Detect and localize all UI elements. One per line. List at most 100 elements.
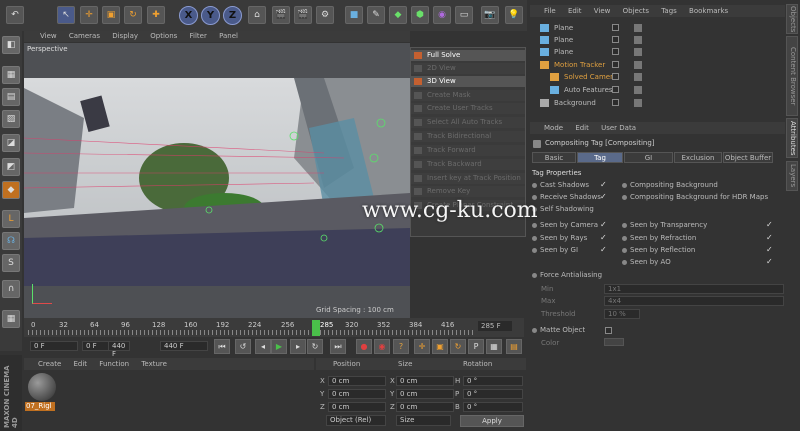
rotation-field[interactable]: 0 ° bbox=[463, 389, 523, 399]
animation-dot-icon[interactable] bbox=[532, 235, 537, 241]
property-option[interactable]: Seen by Transparency bbox=[622, 220, 707, 230]
threshold-field[interactable]: 10 % bbox=[604, 309, 640, 319]
menu-options[interactable]: Options bbox=[150, 32, 177, 40]
rotation-key-icon[interactable]: ↻ bbox=[450, 339, 466, 354]
playhead[interactable] bbox=[312, 320, 320, 336]
menu-display[interactable]: Display bbox=[112, 32, 138, 40]
points-mode-icon[interactable]: ▨ bbox=[2, 110, 20, 128]
context-menu-item[interactable]: 3D View bbox=[411, 76, 525, 87]
menu-view[interactable]: View bbox=[40, 32, 57, 40]
render-settings-icon[interactable]: ⚙ bbox=[316, 6, 334, 24]
animation-dot-icon[interactable] bbox=[622, 235, 627, 241]
tab-attributes[interactable]: Attributes bbox=[786, 118, 798, 158]
array-icon[interactable]: ⬢ bbox=[411, 6, 429, 24]
tab-tag[interactable]: Tag bbox=[577, 152, 623, 163]
render-picture-viewer-icon[interactable]: 🎬 bbox=[294, 6, 312, 24]
polygons-mode-icon[interactable]: ◩ bbox=[2, 158, 20, 176]
tag-icon[interactable] bbox=[634, 24, 642, 32]
position-field[interactable]: 0 cm bbox=[328, 402, 386, 412]
subdivision-icon[interactable]: ◆ bbox=[389, 6, 407, 24]
coordinate-mode-select[interactable]: Object (Rel) bbox=[326, 415, 386, 426]
property-option[interactable]: Force Antialiasing bbox=[532, 270, 602, 280]
checkmark-icon[interactable]: ✓ bbox=[600, 193, 607, 201]
menu-panel[interactable]: Panel bbox=[219, 32, 238, 40]
visibility-toggle[interactable] bbox=[612, 48, 619, 55]
end-frame-field[interactable]: 285 F bbox=[478, 321, 512, 331]
tweak-mode-icon[interactable]: ☊ bbox=[2, 232, 20, 250]
model-mode-icon[interactable]: ◧ bbox=[2, 36, 20, 54]
property-option[interactable]: Seen by GI bbox=[532, 245, 578, 255]
animation-dot-icon[interactable] bbox=[532, 272, 537, 278]
context-menu-item[interactable]: Track Bidirectional bbox=[411, 131, 525, 142]
menu-edit[interactable]: Edit bbox=[568, 7, 582, 15]
tab-basic[interactable]: Basic bbox=[532, 152, 576, 163]
property-option[interactable]: Receive Shadows bbox=[532, 192, 601, 202]
checkmark-icon[interactable]: ✓ bbox=[600, 234, 607, 242]
tab-exclusion[interactable]: Exclusion bbox=[674, 152, 722, 163]
tag-icon[interactable] bbox=[634, 86, 642, 94]
material-swatch[interactable] bbox=[28, 373, 56, 401]
position-key-icon[interactable]: ✛ bbox=[414, 339, 430, 354]
texture-mode-icon[interactable]: ▦ bbox=[2, 66, 20, 84]
magnet-icon[interactable]: ∩ bbox=[2, 280, 20, 298]
object-row[interactable]: Plane bbox=[536, 22, 782, 34]
record-icon[interactable]: ● bbox=[356, 339, 372, 354]
floor-icon[interactable]: ▭ bbox=[455, 6, 473, 24]
tag-icon[interactable] bbox=[634, 73, 642, 81]
menu-texture[interactable]: Texture bbox=[141, 360, 167, 368]
deformer-icon[interactable]: ◉ bbox=[433, 6, 451, 24]
checkmark-icon[interactable]: ✓ bbox=[766, 234, 773, 242]
tag-icon[interactable] bbox=[634, 99, 642, 107]
animation-dot-icon[interactable] bbox=[622, 222, 627, 228]
visibility-toggle[interactable] bbox=[612, 86, 619, 93]
frame-field-3[interactable]: 440 F bbox=[108, 341, 130, 358]
matte-object-option[interactable]: Matte Object bbox=[532, 325, 615, 335]
animation-dot-icon[interactable] bbox=[532, 222, 537, 228]
context-menu-item[interactable]: 2D View bbox=[411, 63, 525, 74]
context-menu-item[interactable]: Create User Tracks bbox=[411, 103, 525, 114]
property-option[interactable]: Seen by Camera bbox=[532, 220, 598, 230]
tag-icon[interactable] bbox=[634, 61, 642, 69]
undo-icon[interactable]: ↶ bbox=[6, 6, 24, 24]
lock-workplane-icon[interactable]: ▦ bbox=[2, 310, 20, 328]
menu-cameras[interactable]: Cameras bbox=[69, 32, 100, 40]
select-tool-icon[interactable]: ↖ bbox=[57, 6, 75, 24]
tab-content-browser[interactable]: Content Browser bbox=[786, 36, 798, 116]
context-menu-item[interactable]: Select All Auto Tracks bbox=[411, 117, 525, 128]
cube-icon[interactable]: ■ bbox=[345, 6, 363, 24]
auto-key-icon[interactable]: ◉ bbox=[374, 339, 390, 354]
render-view-icon[interactable]: 🎬 bbox=[272, 6, 290, 24]
frame-field-1[interactable]: 0 F bbox=[30, 341, 78, 351]
axis-mode-icon[interactable]: L bbox=[2, 210, 20, 228]
x-axis-button[interactable]: X bbox=[179, 6, 198, 25]
checkmark-icon[interactable]: ✓ bbox=[600, 221, 607, 229]
animation-dot-icon[interactable] bbox=[622, 259, 627, 265]
position-field[interactable]: 0 cm bbox=[328, 389, 386, 399]
context-menu-item[interactable]: Full Solve bbox=[411, 50, 525, 61]
visibility-toggle[interactable] bbox=[612, 61, 619, 68]
recent-tool-icon[interactable]: ✚ bbox=[147, 6, 165, 24]
tab-object-buffer[interactable]: Object Buffer bbox=[723, 152, 773, 163]
size-mode-select[interactable]: Size bbox=[396, 415, 451, 426]
property-option[interactable]: Cast Shadows bbox=[532, 180, 589, 190]
context-menu-item[interactable]: Track Forward bbox=[411, 145, 525, 156]
animation-dot-icon[interactable] bbox=[622, 194, 627, 200]
context-menu-item[interactable]: Insert key at Track Position bbox=[411, 173, 525, 184]
menu-mode[interactable]: Mode bbox=[544, 124, 563, 132]
menu-view-om[interactable]: View bbox=[594, 7, 611, 15]
checkmark-icon[interactable]: ✓ bbox=[600, 181, 607, 189]
object-mode-icon[interactable]: ◆ bbox=[2, 181, 20, 199]
snap-icon[interactable]: S bbox=[2, 254, 20, 272]
max-field[interactable]: 4x4 bbox=[604, 296, 784, 306]
menu-edit-mat[interactable]: Edit bbox=[74, 360, 88, 368]
keyframe-selection-icon[interactable]: ? bbox=[393, 339, 409, 354]
menu-create[interactable]: Create bbox=[38, 360, 61, 368]
scale-tool-icon[interactable]: ▣ bbox=[102, 6, 120, 24]
material-name[interactable]: 07_Rigl bbox=[25, 402, 55, 411]
context-menu-item[interactable]: Track Backward bbox=[411, 159, 525, 170]
context-menu-item[interactable]: Create Mask bbox=[411, 90, 525, 101]
size-field[interactable]: 0 cm bbox=[396, 402, 454, 412]
go-to-end-icon[interactable]: ⏭ bbox=[330, 339, 346, 354]
visibility-toggle[interactable] bbox=[612, 73, 619, 80]
tab-gi[interactable]: GI bbox=[624, 152, 673, 163]
